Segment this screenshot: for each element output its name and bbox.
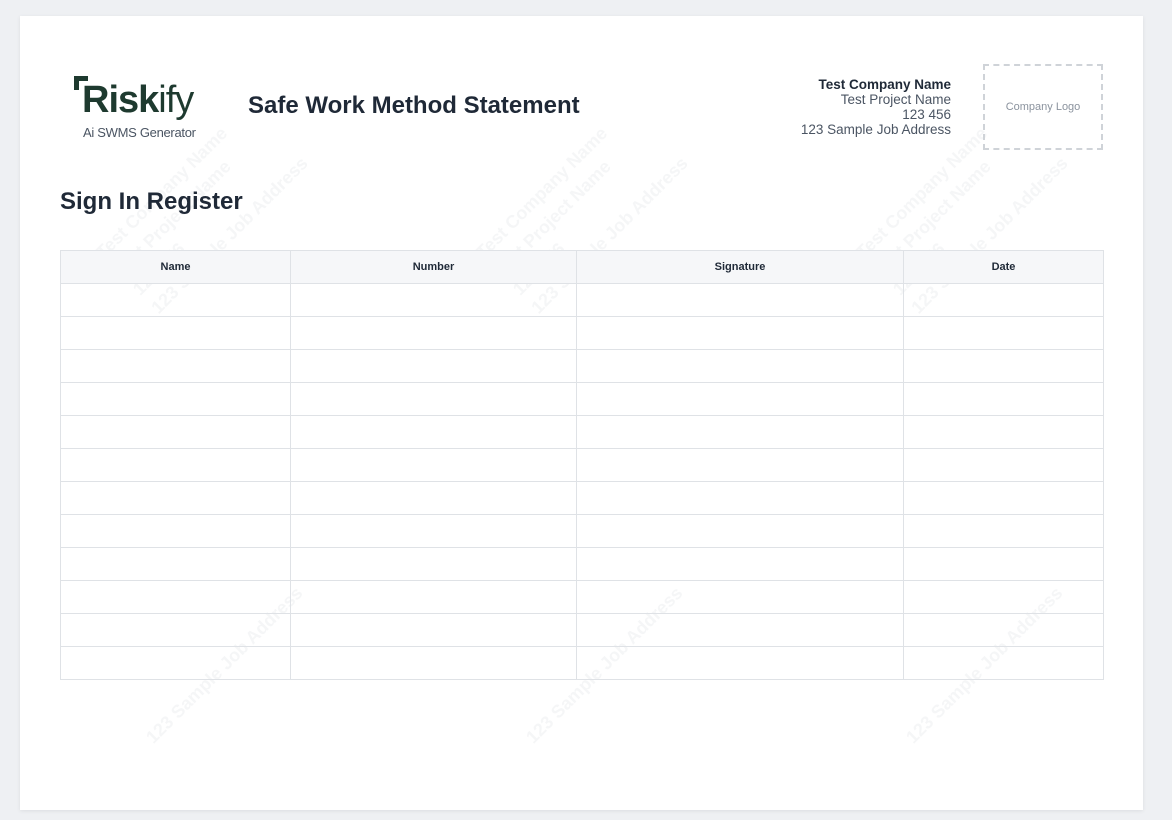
table-cell[interactable]: [290, 646, 577, 680]
table-cell[interactable]: [903, 613, 1104, 647]
table-row: [60, 382, 1104, 416]
table-cell[interactable]: [576, 349, 904, 383]
table-cell[interactable]: [576, 316, 904, 350]
table-cell[interactable]: [60, 514, 291, 548]
table-cell[interactable]: [903, 514, 1104, 548]
table-cell[interactable]: [903, 448, 1104, 482]
table-cell[interactable]: [903, 415, 1104, 449]
table-cell[interactable]: [290, 382, 577, 416]
table-cell[interactable]: [60, 283, 291, 317]
table-cell[interactable]: [290, 349, 577, 383]
table-cell[interactable]: [290, 514, 577, 548]
table-cell[interactable]: [290, 283, 577, 317]
table-cell[interactable]: [903, 382, 1104, 416]
table-cell[interactable]: [60, 316, 291, 350]
table-row: [60, 646, 1104, 680]
table-cell[interactable]: [290, 580, 577, 614]
table-cell[interactable]: [60, 448, 291, 482]
table-row: [60, 481, 1104, 515]
table-cell[interactable]: [290, 613, 577, 647]
table-header-row: Name Number Signature Date: [60, 250, 1104, 284]
table-row: [60, 547, 1104, 581]
table-cell[interactable]: [903, 481, 1104, 515]
company-info: Test Company Name Test Project Name 123 …: [801, 77, 951, 137]
logo-tagline: Ai SWMS Generator: [83, 125, 196, 140]
table-cell[interactable]: [60, 613, 291, 647]
table-row: [60, 514, 1104, 548]
table-cell[interactable]: [576, 547, 904, 581]
section-title: Sign In Register: [60, 188, 243, 215]
table-row: [60, 316, 1104, 350]
table-cell[interactable]: [60, 349, 291, 383]
table-cell[interactable]: [903, 646, 1104, 680]
company-logo-label: Company Logo: [1005, 101, 1081, 113]
table-cell[interactable]: [60, 481, 291, 515]
table-cell[interactable]: [290, 415, 577, 449]
table-row: [60, 283, 1104, 317]
table-row: [60, 448, 1104, 482]
table-cell[interactable]: [903, 316, 1104, 350]
project-name: Test Project Name: [840, 92, 951, 107]
table-cell[interactable]: [576, 514, 904, 548]
table-row: [60, 415, 1104, 449]
watermark-line: Test Company Name: [472, 123, 612, 263]
table-cell[interactable]: [576, 382, 904, 416]
column-header-number: Number: [290, 250, 577, 284]
table-cell[interactable]: [903, 283, 1104, 317]
table-cell[interactable]: [576, 481, 904, 515]
table-cell[interactable]: [903, 547, 1104, 581]
table-cell[interactable]: [576, 646, 904, 680]
table-cell[interactable]: [60, 415, 291, 449]
table-cell[interactable]: [60, 646, 291, 680]
logo-wordmark: Riskify: [82, 78, 194, 122]
table-cell[interactable]: [576, 448, 904, 482]
table-cell[interactable]: [60, 580, 291, 614]
table-row: [60, 613, 1104, 647]
table-cell[interactable]: [60, 382, 291, 416]
column-header-signature: Signature: [576, 250, 904, 284]
table-row: [60, 580, 1104, 614]
logo-word-light: ify: [158, 79, 194, 121]
column-header-date: Date: [903, 250, 1104, 284]
column-header-name: Name: [60, 250, 291, 284]
project-number: 123 456: [902, 107, 951, 122]
table-cell[interactable]: [576, 415, 904, 449]
table-cell[interactable]: [576, 283, 904, 317]
table-body: [60, 283, 1104, 680]
sign-in-register-table: Name Number Signature Date: [60, 250, 1104, 680]
table-cell[interactable]: [290, 547, 577, 581]
table-cell[interactable]: [290, 448, 577, 482]
table-cell[interactable]: [60, 547, 291, 581]
document-title: Safe Work Method Statement: [248, 92, 580, 119]
table-cell[interactable]: [290, 481, 577, 515]
table-cell[interactable]: [576, 613, 904, 647]
table-cell[interactable]: [903, 580, 1104, 614]
table-cell[interactable]: [290, 316, 577, 350]
company-name: Test Company Name: [818, 77, 951, 92]
document-page: Test Company Name Test Project Name 123 …: [20, 16, 1143, 810]
table-row: [60, 349, 1104, 383]
job-address: 123 Sample Job Address: [800, 122, 951, 137]
table-cell[interactable]: [903, 349, 1104, 383]
company-logo-placeholder: Company Logo: [983, 64, 1103, 150]
logo-word-bold: Risk: [82, 79, 159, 121]
riskify-logo: Riskify Ai SWMS Generator: [74, 74, 214, 144]
table-cell[interactable]: [576, 580, 904, 614]
